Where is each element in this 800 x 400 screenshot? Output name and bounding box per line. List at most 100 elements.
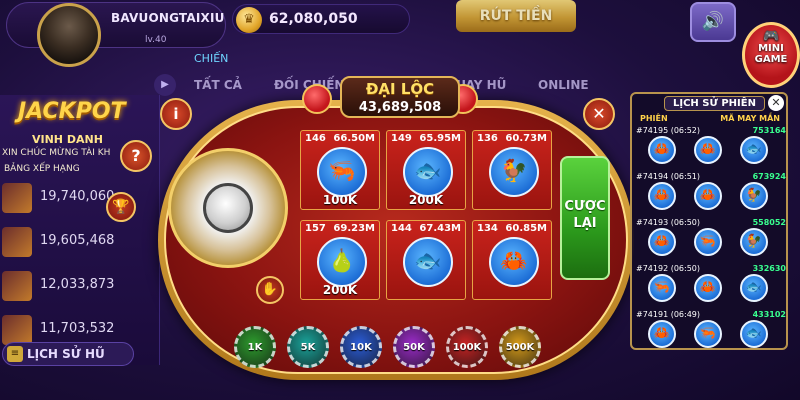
jackpot-amount: 19,740,060: [40, 189, 115, 204]
round-history-panel: LỊCH SỬ PHIÊN ✕ PHIÊN MÃ MAY MẮN #74195 …: [630, 92, 788, 350]
game-thumbnail: [2, 315, 32, 345]
avatar[interactable]: [37, 3, 101, 67]
coin-icon: ♛: [236, 7, 262, 33]
bet-cell[interactable]: 136 60.73M 🐓: [472, 130, 552, 210]
chip-50k[interactable]: 50K: [393, 326, 435, 368]
hand-button[interactable]: ✋: [256, 276, 284, 304]
shrimp-icon: 🦐: [317, 147, 367, 197]
jackpot-amount: 11,703,532: [40, 321, 115, 336]
question-icon: ?: [131, 146, 141, 165]
lucky-code: 332630: [752, 264, 786, 273]
fish-icon: 🐟: [740, 274, 768, 302]
bet-cell[interactable]: 157 69.23M 🍐 200K: [300, 220, 380, 300]
history-icon: ≡: [7, 346, 23, 362]
chip-10k[interactable]: 10K: [340, 326, 382, 368]
bet-total: 60.73M: [505, 133, 547, 144]
close-icon: ✕: [771, 96, 781, 109]
jackpot-amount: 12,033,873: [40, 277, 115, 292]
bet-cell[interactable]: 144 67.43M 🐟: [386, 220, 466, 300]
top-bar: BAVUONGTAIXIU lv.40 ♛ 62,080,050 RÚT TIỀ…: [0, 0, 800, 67]
bet-cell[interactable]: 146 66.50M 🦐 100K: [300, 130, 380, 210]
bet-total: 69.23M: [333, 223, 375, 234]
shrimp-icon: 🦐: [694, 228, 722, 256]
history-col-round: PHIÊN: [640, 114, 668, 123]
shrimp-icon: 🦐: [648, 274, 676, 302]
withdraw-button[interactable]: RÚT TIỀN: [456, 0, 576, 32]
bet-count: 136: [477, 133, 498, 144]
shrimp-icon: 🦐: [694, 320, 722, 348]
minigame-label: MINI GAME: [754, 43, 788, 65]
jackpot-subtitle: VINH DANH: [32, 133, 103, 146]
history-row: #74192 (06:50) 332630 🦐 🦀 🐟: [632, 264, 790, 310]
tab-all[interactable]: TẤT CẢ: [194, 78, 242, 92]
sound-button[interactable]: 🔊: [690, 2, 736, 42]
game-header: ĐẠI LỘC 43,689,508: [340, 76, 460, 118]
jackpot-panel: JACKPOT VINH DANH XIN CHÚC MỪNG TÀI KH B…: [0, 95, 160, 365]
round-id: #74191 (06:49): [636, 310, 700, 319]
minigame-button[interactable]: 🎮 MINI GAME: [742, 22, 800, 88]
bowl-cover: [203, 183, 253, 233]
jackpot-row: 12,033,873: [0, 269, 160, 309]
jackpot-amount: 19,605,468: [40, 233, 115, 248]
game-thumbnail: [2, 227, 32, 257]
trophy-button[interactable]: 🏆: [106, 192, 136, 222]
fish-icon: 🐟: [740, 136, 768, 164]
round-id: #74193 (06:50): [636, 218, 700, 227]
bet-count: 149: [391, 133, 412, 144]
bet-total: 66.50M: [333, 133, 375, 144]
jackpot-row: 19,740,060: [0, 181, 160, 221]
history-row: #74193 (06:50) 558052 🦀 🦐 🐓: [632, 218, 790, 264]
play-icon[interactable]: ▶: [154, 74, 176, 96]
lantern-icon: [302, 84, 332, 114]
lucky-code: 433102: [752, 310, 786, 319]
chip-1k[interactable]: 1K: [234, 326, 276, 368]
gourd-icon: 🍐: [317, 237, 367, 287]
rooster-icon: 🐓: [489, 147, 539, 197]
jackpot-title: JACKPOT: [18, 99, 126, 124]
dice-plate[interactable]: [168, 148, 288, 268]
game-thumbnail: [2, 183, 32, 213]
fish-icon: 🐟: [740, 320, 768, 348]
chip-500k[interactable]: 500K: [499, 326, 541, 368]
my-bet: 100K: [322, 193, 358, 207]
history-row: #74195 (06:52) 753164 🦀 🦀 🐟: [632, 126, 790, 172]
close-button[interactable]: ✕: [583, 98, 615, 130]
crab-icon: 🦀: [648, 228, 676, 256]
crab-icon: 🦀: [694, 136, 722, 164]
tab-online[interactable]: ONLINE: [538, 78, 589, 92]
my-bet: 200K: [322, 283, 358, 297]
help-button[interactable]: ?: [120, 140, 152, 172]
bet-count: 146: [305, 133, 326, 144]
crab-icon: 🦀: [489, 237, 539, 287]
bet-count: 157: [305, 223, 326, 234]
bet-cell[interactable]: 134 60.85M 🦀: [472, 220, 552, 300]
rebet-button[interactable]: CƯỢC LẠI: [560, 156, 610, 280]
crab-icon: 🦀: [648, 182, 676, 210]
game-pot: 43,689,508: [358, 100, 442, 115]
history-close-button[interactable]: ✕: [768, 95, 784, 111]
rooster-icon: 🐓: [740, 228, 768, 256]
chip-100k[interactable]: 100K: [446, 326, 488, 368]
round-id: #74195 (06:52): [636, 126, 700, 135]
balance-box: ♛ 62,080,050: [232, 4, 410, 34]
history-title: LỊCH SỬ PHIÊN: [664, 96, 765, 111]
bet-cell[interactable]: 149 65.95M 🐟 200K: [386, 130, 466, 210]
round-id: #74192 (06:50): [636, 264, 700, 273]
game-title: ĐẠI LỘC: [365, 80, 435, 98]
lucky-code: 753164: [752, 126, 786, 135]
bet-count: 144: [391, 223, 412, 234]
bet-total: 65.95M: [419, 133, 461, 144]
crab-icon: 🦀: [648, 136, 676, 164]
info-button[interactable]: i: [160, 98, 192, 130]
jackpot-history-button[interactable]: ≡ LỊCH SỬ HŨ: [2, 342, 134, 366]
round-id: #74194 (06:51): [636, 172, 700, 181]
bet-count: 134: [477, 223, 498, 234]
hand-icon: ✋: [261, 282, 279, 297]
speaker-icon: 🔊: [701, 11, 725, 32]
chip-5k[interactable]: 5K: [287, 326, 329, 368]
jackpot-row: 19,605,468: [0, 225, 160, 265]
gamepad-icon: 🎮: [763, 29, 780, 44]
profile-box[interactable]: BAVUONGTAIXIU lv.40: [6, 2, 226, 67]
lucky-code: 558052: [752, 218, 786, 227]
username: BAVUONGTAIXIU: [111, 11, 225, 25]
